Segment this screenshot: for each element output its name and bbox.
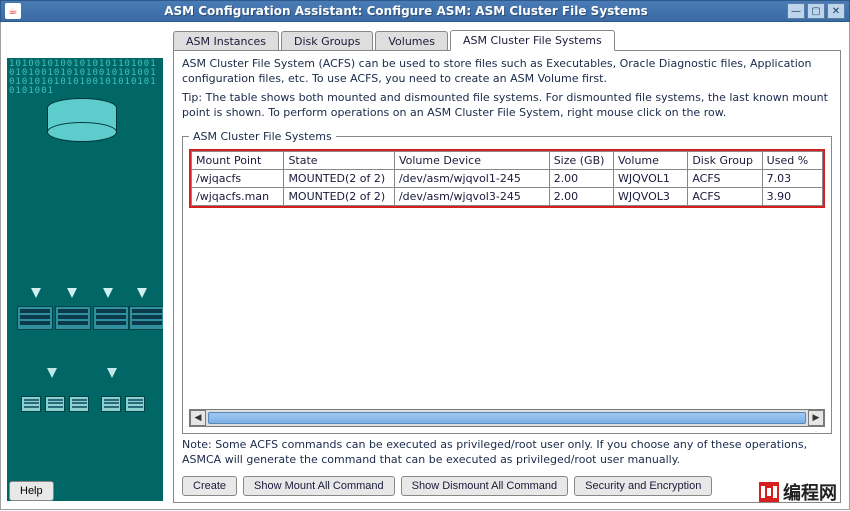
col-volume-device[interactable]: Volume Device bbox=[394, 152, 549, 170]
cell-state[interactable]: MOUNTED(2 of 2) bbox=[284, 170, 395, 188]
fieldset-legend: ASM Cluster File Systems bbox=[189, 130, 336, 143]
cell-used-pct[interactable]: 7.03 bbox=[762, 170, 822, 188]
watermark: 编程网 bbox=[759, 479, 837, 505]
window-controls: — ▢ ✕ bbox=[787, 3, 845, 19]
show-mount-all-button[interactable]: Show Mount All Command bbox=[243, 476, 395, 496]
watermark-logo-icon bbox=[759, 482, 779, 502]
col-state[interactable]: State bbox=[284, 152, 395, 170]
cell-state[interactable]: MOUNTED(2 of 2) bbox=[284, 188, 395, 206]
tip-text: Tip: The table shows both mounted and di… bbox=[182, 91, 832, 121]
cell-disk-group[interactable]: ACFS bbox=[688, 170, 762, 188]
create-button[interactable]: Create bbox=[182, 476, 237, 496]
table-header-row: Mount Point State Volume Device Size (GB… bbox=[192, 152, 823, 170]
mini-tray-icon bbox=[21, 396, 41, 412]
arrow-icon bbox=[103, 288, 113, 298]
tab-content: ASM Cluster File System (ACFS) can be us… bbox=[173, 50, 841, 503]
storage-tray-icon bbox=[17, 306, 53, 330]
arrow-icon bbox=[107, 368, 117, 378]
mini-tray-icon bbox=[69, 396, 89, 412]
cell-disk-group[interactable]: ACFS bbox=[688, 188, 762, 206]
acfs-fieldset: ASM Cluster File Systems Mount Point Sta… bbox=[182, 130, 832, 434]
arrow-icon bbox=[137, 288, 147, 298]
tab-asm-cluster-file-systems[interactable]: ASM Cluster File Systems bbox=[450, 30, 615, 51]
acfs-table[interactable]: Mount Point State Volume Device Size (GB… bbox=[191, 151, 823, 206]
cell-size-gb[interactable]: 2.00 bbox=[549, 170, 613, 188]
storage-tray-icon bbox=[93, 306, 129, 330]
col-size-gb[interactable]: Size (GB) bbox=[549, 152, 613, 170]
tab-volumes[interactable]: Volumes bbox=[375, 31, 448, 51]
main-panel: ASM Instances Disk Groups Volumes ASM Cl… bbox=[163, 22, 849, 509]
tab-bar: ASM Instances Disk Groups Volumes ASM Cl… bbox=[173, 28, 841, 50]
col-mount-point[interactable]: Mount Point bbox=[192, 152, 284, 170]
window-body: 1010010100101010110100101010010101010010… bbox=[0, 22, 850, 510]
mini-tray-icon bbox=[125, 396, 145, 412]
storage-tray-icon bbox=[129, 306, 163, 330]
arrow-icon bbox=[67, 288, 77, 298]
acfs-table-highlight: Mount Point State Volume Device Size (GB… bbox=[189, 149, 825, 208]
arrow-icon bbox=[47, 368, 57, 378]
java-icon: ☕ bbox=[5, 3, 21, 19]
button-row: Create Show Mount All Command Show Dismo… bbox=[182, 472, 832, 496]
cell-used-pct[interactable]: 3.90 bbox=[762, 188, 822, 206]
show-dismount-all-button[interactable]: Show Dismount All Command bbox=[401, 476, 569, 496]
cell-volume-device[interactable]: /dev/asm/wjqvol1-245 bbox=[394, 170, 549, 188]
tab-disk-groups[interactable]: Disk Groups bbox=[281, 31, 373, 51]
binary-decor: 1010010100101010110100101010010101010010… bbox=[7, 58, 163, 98]
table-row[interactable]: /wjqacfs MOUNTED(2 of 2) /dev/asm/wjqvol… bbox=[192, 170, 823, 188]
scroll-left-button[interactable]: ◀ bbox=[190, 410, 206, 426]
cell-volume[interactable]: WJQVOL1 bbox=[613, 170, 687, 188]
cell-mount-point[interactable]: /wjqacfs.man bbox=[192, 188, 284, 206]
tab-asm-instances[interactable]: ASM Instances bbox=[173, 31, 279, 51]
window-title: ASM Configuration Assistant: Configure A… bbox=[25, 4, 787, 18]
scroll-right-button[interactable]: ▶ bbox=[808, 410, 824, 426]
scroll-track[interactable] bbox=[208, 412, 806, 424]
arrow-icon bbox=[31, 288, 41, 298]
table-row[interactable]: /wjqacfs.man MOUNTED(2 of 2) /dev/asm/wj… bbox=[192, 188, 823, 206]
storage-tray-icon bbox=[55, 306, 91, 330]
cell-size-gb[interactable]: 2.00 bbox=[549, 188, 613, 206]
watermark-text: 编程网 bbox=[783, 479, 837, 505]
cell-volume[interactable]: WJQVOL3 bbox=[613, 188, 687, 206]
horizontal-scrollbar[interactable]: ◀ ▶ bbox=[189, 409, 825, 427]
cell-volume-device[interactable]: /dev/asm/wjqvol3-245 bbox=[394, 188, 549, 206]
help-button[interactable]: Help bbox=[9, 481, 54, 501]
table-empty-area bbox=[189, 208, 825, 407]
note-text: Note: Some ACFS commands can be executed… bbox=[182, 438, 832, 468]
close-button[interactable]: ✕ bbox=[827, 3, 845, 19]
mini-tray-icon bbox=[101, 396, 121, 412]
disk-icon bbox=[47, 98, 117, 142]
col-used-pct[interactable]: Used % bbox=[762, 152, 822, 170]
cell-mount-point[interactable]: /wjqacfs bbox=[192, 170, 284, 188]
maximize-button[interactable]: ▢ bbox=[807, 3, 825, 19]
security-encryption-button[interactable]: Security and Encryption bbox=[574, 476, 712, 496]
minimize-button[interactable]: — bbox=[787, 3, 805, 19]
window-titlebar: ☕ ASM Configuration Assistant: Configure… bbox=[0, 0, 850, 22]
col-volume[interactable]: Volume bbox=[613, 152, 687, 170]
description-text: ASM Cluster File System (ACFS) can be us… bbox=[182, 57, 832, 87]
mini-tray-icon bbox=[45, 396, 65, 412]
col-disk-group[interactable]: Disk Group bbox=[688, 152, 762, 170]
sidebar-graphic: 1010010100101010110100101010010101010010… bbox=[7, 58, 163, 501]
